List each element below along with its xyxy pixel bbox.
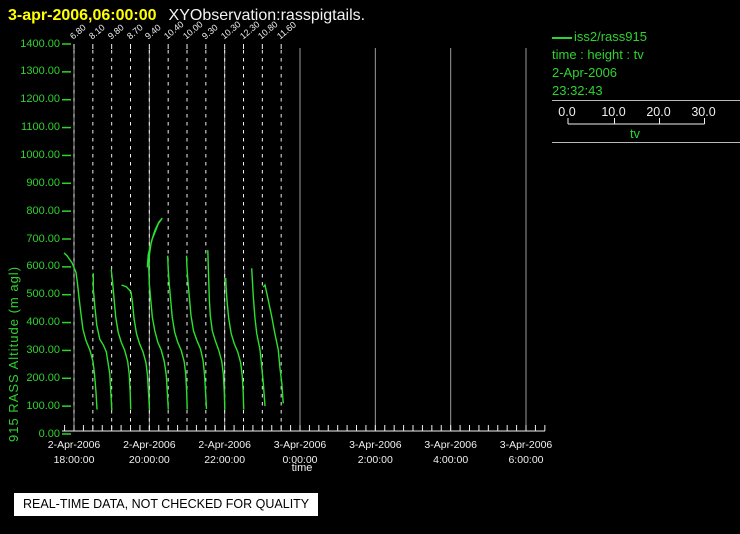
scale-bar-tick-label: 20.0 bbox=[646, 105, 671, 119]
rass-profile-curve bbox=[146, 217, 169, 410]
x-tick-time: 4:00:00 bbox=[433, 454, 469, 466]
rass-profile-curve bbox=[251, 268, 266, 407]
x-tick-date: 2-Apr-2006 bbox=[198, 439, 251, 451]
y-tick-label: 1400.00 bbox=[20, 37, 60, 50]
scale-bar-label: tv bbox=[629, 126, 641, 141]
rass-profile-curve bbox=[121, 284, 151, 410]
x-tick-label: 2-Apr-2006 20:00:00 bbox=[107, 438, 191, 468]
rass-profile-curve bbox=[207, 250, 226, 410]
x-tick-date: 3-Apr-2006 bbox=[273, 439, 327, 451]
legend-fields-row: time : height : tv bbox=[552, 47, 644, 62]
x-tick-label: 3-Apr-2006 6:00:00 bbox=[484, 438, 568, 468]
x-tick-label: 2-Apr-2006 18:00:00 bbox=[32, 438, 116, 468]
x-tick-time: 6:00:00 bbox=[508, 454, 544, 466]
x-tick-date: 3-Apr-2006 bbox=[349, 439, 402, 451]
legend-separator-bottom bbox=[552, 142, 740, 143]
scale-bar-tick-label: 30.0 bbox=[691, 105, 716, 119]
quality-notice-banner: REAL-TIME DATA, NOT CHECKED FOR QUALITY bbox=[14, 493, 319, 516]
legend-series-label: iss2/rass915 bbox=[574, 29, 647, 44]
x-tick-time: 22:00:00 bbox=[204, 454, 246, 466]
rass-profile-curve bbox=[262, 283, 284, 404]
rass-profile-curve bbox=[63, 252, 98, 410]
x-tick-time: 2:00:00 bbox=[357, 454, 393, 466]
legend-time-row: 23:32:43 bbox=[552, 83, 603, 98]
legend-date-row: 2-Apr-2006 bbox=[552, 65, 618, 80]
rass-profile-curve bbox=[185, 255, 208, 409]
legend-series-row: iss2/rass915 bbox=[552, 28, 740, 46]
x-tick-time: 18:00:00 bbox=[53, 454, 95, 466]
legend: iss2/rass915 time : height : tv 2-Apr-20… bbox=[552, 28, 740, 100]
x-tick-label: 2-Apr-2006 22:00:00 bbox=[183, 438, 267, 468]
x-tick-date: 3-Apr-2006 bbox=[424, 439, 477, 451]
x-tick-date: 2-Apr-2006 bbox=[47, 439, 101, 451]
x-tick-label: 3-Apr-2006 4:00:00 bbox=[409, 438, 493, 468]
legend-line-sample-icon bbox=[552, 36, 572, 39]
rass-profile-curve bbox=[110, 269, 132, 410]
scale-bar-tick-label: 10.0 bbox=[601, 105, 626, 119]
scale-bar-tick-label: 0.0 bbox=[558, 105, 576, 119]
x-axis-title: time bbox=[291, 462, 313, 474]
x-tick-date: 3-Apr-2006 bbox=[499, 439, 553, 451]
x-tick-label: 3-Apr-2006 2:00:00 bbox=[333, 438, 417, 468]
legend-separator-top bbox=[552, 100, 740, 101]
rass-profile-curve bbox=[225, 277, 245, 410]
x-tick-time: 20:00:00 bbox=[128, 454, 170, 466]
x-tick-date: 2-Apr-2006 bbox=[123, 439, 176, 451]
rass-profile-curve bbox=[167, 255, 188, 410]
y-axis-title: 915 RASS Altitude (m agl) bbox=[6, 265, 21, 442]
app-window: 3-apr-2006,06:00:00 XYObservation:rasspig… bbox=[0, 0, 740, 534]
